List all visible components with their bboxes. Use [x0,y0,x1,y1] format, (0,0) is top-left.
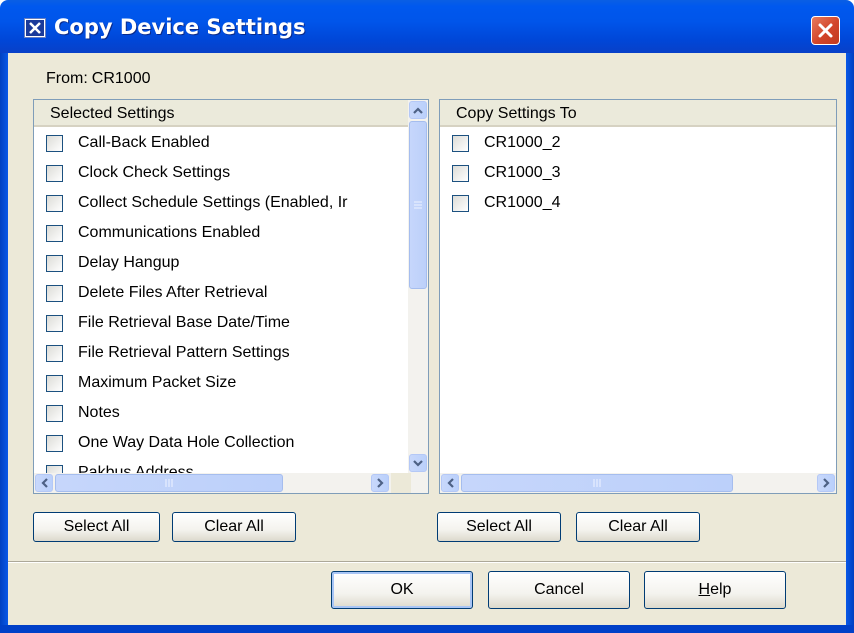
title-bar[interactable]: Copy Device Settings [0,0,854,53]
list-item-label: Clock Check Settings [78,164,231,181]
grip-icon [593,479,601,487]
close-button[interactable] [811,16,840,45]
chevron-up-icon [413,106,423,114]
vertical-scrollbar[interactable] [408,100,428,473]
from-caption: From: [46,70,88,87]
frame-right [846,53,854,633]
horizontal-scrollbar[interactable] [34,473,428,493]
checkbox[interactable] [46,134,63,152]
clear-all-targets-button[interactable]: Clear All [576,512,700,542]
from-label: From: CR1000 [46,70,150,88]
clear-all-settings-button[interactable]: Clear All [172,512,296,542]
list-item[interactable]: CR1000_3 [440,158,836,188]
dialog-window: Copy Device Settings From: CR1000 Selecte… [0,0,854,633]
chevron-right-icon [376,478,384,488]
list-item[interactable]: Clock Check Settings [34,158,408,188]
checkbox[interactable] [46,314,63,332]
scroll-left-button[interactable] [35,474,53,492]
vertical-scroll-thumb[interactable] [409,121,427,289]
list-item[interactable]: CR1000_4 [440,188,836,218]
list-item-label: Communications Enabled [78,224,261,241]
chevron-left-icon [40,478,48,488]
list-item-label: CR1000_3 [484,164,561,181]
list-item-label: File Retrieval Pattern Settings [78,344,290,361]
list-item[interactable]: Call-Back Enabled [34,128,408,158]
checkbox[interactable] [46,344,63,362]
help-mnemonic: H [698,581,711,598]
list-item[interactable]: File Retrieval Base Date/Time [34,308,408,338]
list-item-label: Delete Files After Retrieval [78,284,268,301]
horizontal-scrollbar[interactable] [440,473,836,493]
ok-button[interactable]: OK [331,571,473,609]
scroll-right-button[interactable] [817,474,835,492]
list-item[interactable]: Collect Schedule Settings (Enabled, Ir [34,188,408,218]
help-button[interactable]: Help [644,571,786,609]
scroll-corner [391,473,411,493]
scroll-down-button[interactable] [409,454,427,472]
list-item[interactable]: Delete Files After Retrieval [34,278,408,308]
list-item-label: Maximum Packet Size [78,374,237,391]
window-title: Copy Device Settings [54,15,306,39]
list-item[interactable]: One Way Data Hole Collection [34,428,408,458]
grip-icon [414,201,422,209]
help-label: elp [710,581,732,598]
list-item-label: CR1000_2 [484,134,561,151]
horizontal-scroll-thumb[interactable] [461,474,733,492]
checkbox[interactable] [46,434,63,452]
dialog-body: From: CR1000 Selected Settings Call-Back … [8,53,846,625]
grip-icon [165,479,173,487]
list-item[interactable]: Delay Hangup [34,248,408,278]
close-icon [818,23,833,38]
chevron-right-icon [822,478,830,488]
scroll-up-button[interactable] [409,101,427,119]
select-all-targets-button[interactable]: Select All [437,512,561,542]
checkbox[interactable] [452,164,469,182]
list-item-label: CR1000_4 [484,194,561,211]
horizontal-scroll-thumb[interactable] [55,474,283,492]
list-item[interactable]: File Retrieval Pattern Settings [34,338,408,368]
checkbox[interactable] [46,404,63,422]
select-all-settings-button[interactable]: Select All [33,512,160,542]
checkbox[interactable] [46,254,63,272]
list-item[interactable]: Maximum Packet Size [34,368,408,398]
copy-settings-to-items: CR1000_2 CR1000_3 CR1000_4 [440,128,836,218]
checkbox[interactable] [46,374,63,392]
checkbox[interactable] [46,164,63,182]
copy-settings-to-header: Copy Settings To [440,100,836,127]
list-item-label: Delay Hangup [78,254,180,271]
checkbox[interactable] [46,284,63,302]
scroll-right-button[interactable] [371,474,389,492]
frame-bottom [0,625,854,633]
list-item[interactable]: Communications Enabled [34,218,408,248]
list-item-label: One Way Data Hole Collection [78,434,295,451]
checkbox[interactable] [46,194,63,212]
checkbox[interactable] [46,224,63,242]
chevron-left-icon [446,478,454,488]
list-item[interactable]: CR1000_2 [440,128,836,158]
selected-settings-items: Call-Back Enabled Clock Check Settings Col… [34,128,408,488]
list-item-label: Notes [78,404,120,421]
selected-settings-list[interactable]: Selected Settings Call-Back Enabled Clock… [33,99,429,494]
scroll-left-button[interactable] [441,474,459,492]
list-item[interactable]: Notes [34,398,408,428]
checkbox[interactable] [452,134,469,152]
cancel-button[interactable]: Cancel [488,571,630,609]
separator [8,561,846,563]
copy-settings-to-list[interactable]: Copy Settings To CR1000_2 CR1000_3 CR1000_… [439,99,837,494]
chevron-down-icon [413,459,423,467]
list-item-label: Collect Schedule Settings (Enabled, Ir [78,194,348,211]
settings-app-icon [24,18,46,38]
frame-left [0,53,8,633]
selected-settings-header: Selected Settings [34,100,408,127]
checkbox[interactable] [452,194,469,212]
list-item-label: Call-Back Enabled [78,134,210,151]
from-value: CR1000 [91,70,151,87]
list-item-label: File Retrieval Base Date/Time [78,314,290,331]
